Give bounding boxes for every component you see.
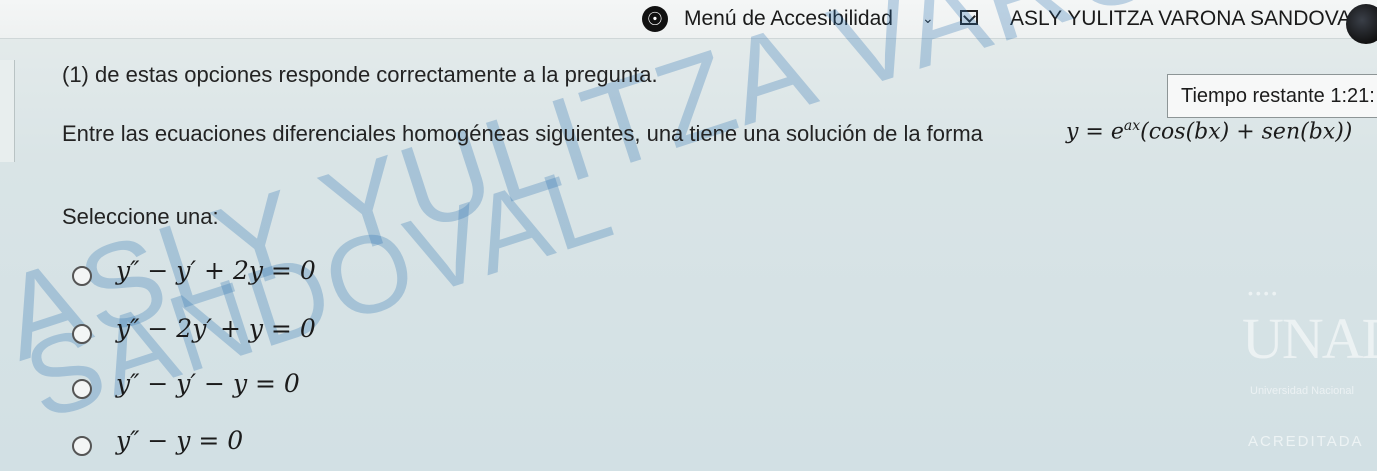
accessibility-icon[interactable]: ☉ bbox=[642, 6, 668, 32]
formula-exponent: ax bbox=[1123, 118, 1141, 134]
question-instruction: (1) de estas opciones responde correctam… bbox=[62, 62, 658, 87]
formula-rhs: (cos(bx) + sen(bx)) bbox=[1140, 119, 1353, 145]
logo-accredited: ACREDITADA bbox=[1248, 433, 1364, 450]
formula-lhs: y = e bbox=[1066, 119, 1124, 145]
question-text: Entre las ecuaciones diferenciales homog… bbox=[62, 121, 983, 146]
side-panel-edge bbox=[0, 60, 15, 162]
timer-text: Tiempo restante 1:21: bbox=[1181, 85, 1375, 107]
radio-button[interactable] bbox=[72, 436, 92, 456]
radio-button[interactable] bbox=[72, 379, 92, 399]
avatar[interactable] bbox=[1346, 4, 1377, 44]
answer-option-label[interactable]: y″ − 2y′ + y = 0 bbox=[116, 314, 316, 343]
answer-option-label[interactable]: y″ − y′ − y = 0 bbox=[116, 369, 300, 398]
radio-button[interactable] bbox=[72, 324, 92, 344]
logo-stars-icon: •••• bbox=[1248, 285, 1280, 301]
unad-logo: •••• UNAD Universidad Nacional ACREDITAD… bbox=[1238, 285, 1377, 471]
logo-letters: UNAD bbox=[1242, 306, 1377, 371]
radio-button[interactable] bbox=[72, 266, 92, 286]
answer-option-label[interactable]: y″ − y′ + 2y = 0 bbox=[116, 256, 316, 285]
answer-option-label[interactable]: y″ − y = 0 bbox=[116, 426, 243, 455]
logo-subtitle: Universidad Nacional bbox=[1250, 385, 1354, 397]
timer-box: Tiempo restante 1:21: bbox=[1167, 74, 1377, 118]
question-formula: y = eax(cos(bx) + sen(bx)) bbox=[1066, 118, 1352, 144]
select-one-label: Seleccione una: bbox=[62, 204, 219, 229]
